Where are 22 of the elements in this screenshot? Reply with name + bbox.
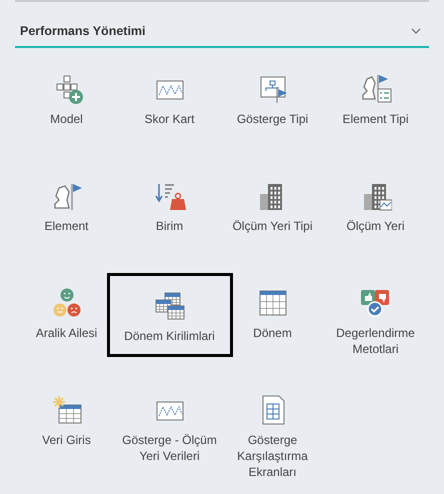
thumbs-check-icon [359,287,392,319]
tile-button[interactable]: Ölçüm Yeri [344,166,407,250]
section-header[interactable]: Performans Yönetimi [15,2,429,48]
tile-button[interactable]: Gösterge Tipi [234,59,310,143]
table-star-icon [50,394,82,426]
tile-button[interactable]: Dönem [251,273,294,357]
tile-button[interactable]: Aralik Ailesi [34,273,100,357]
tile-button[interactable]: Element [42,166,91,250]
section-title: Performans Yönetimi [20,22,146,40]
tile-button[interactable]: Gösterge Karşılaştırma Ekranları [235,380,310,480]
calendars-icon [154,290,186,322]
tile-button[interactable]: Degerlendirme Metotlari [334,273,417,357]
tile-button[interactable]: Element Tipi [340,59,411,143]
tile-button[interactable]: Dönem Kirilimlari [106,273,232,357]
knight-list-icon [360,73,392,105]
tile-button[interactable]: Birim [152,166,188,250]
tile-button[interactable]: Veri Giris [40,380,93,464]
tile-button[interactable]: Gösterge - Ölçüm Yeri Verileri [120,380,219,464]
tile-button[interactable]: Ölçüm Yeri Tipi [230,166,315,250]
tile-button[interactable]: Skor Kart [142,59,196,143]
tile-button[interactable]: Model [48,59,85,143]
chevron-icon [411,28,421,34]
